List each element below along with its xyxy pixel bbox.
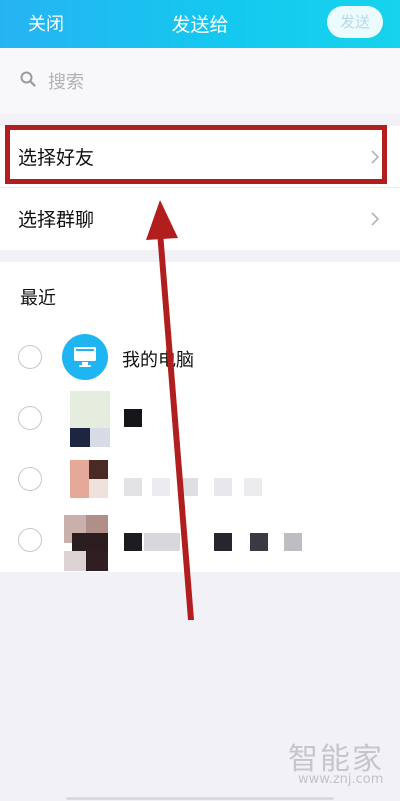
watermark-url: www.znj.com bbox=[298, 772, 384, 787]
home-indicator bbox=[66, 797, 334, 800]
arrow-annotation bbox=[146, 200, 194, 620]
